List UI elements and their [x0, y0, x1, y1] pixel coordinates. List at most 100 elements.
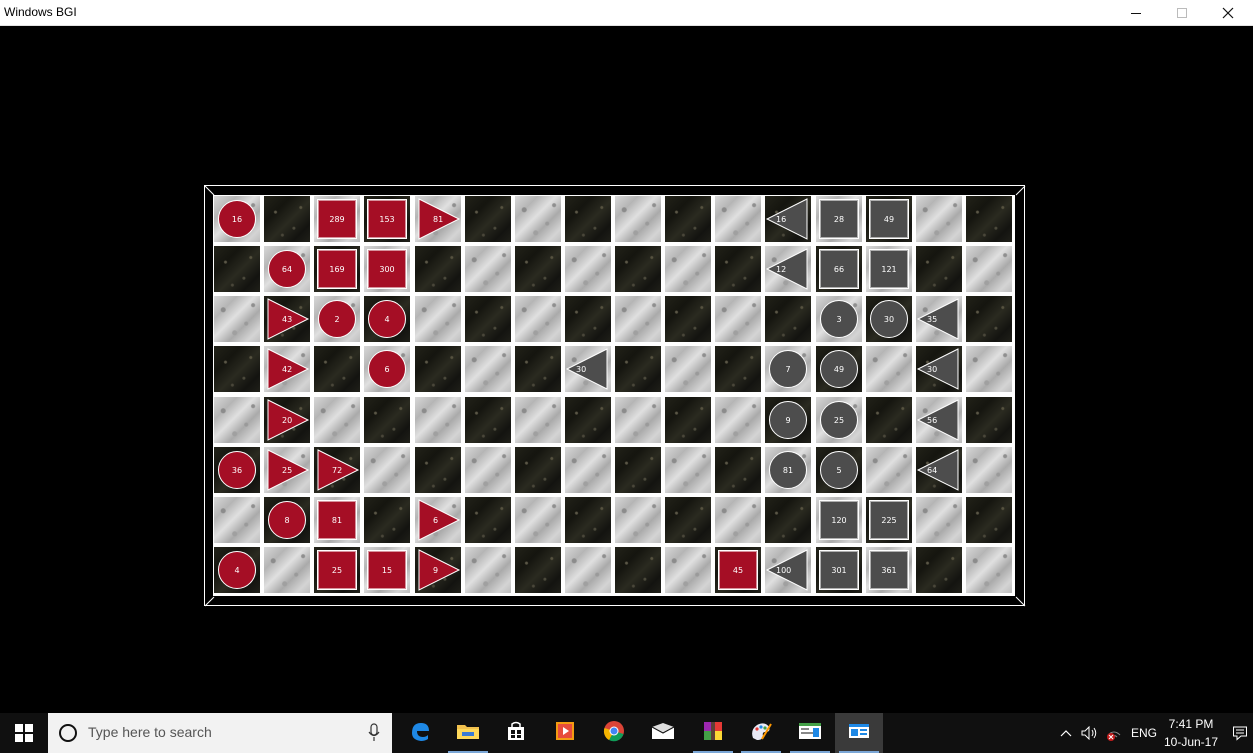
board-cell[interactable]: 42 — [263, 345, 311, 393]
board-cell[interactable]: 361 — [865, 546, 913, 594]
board-cell[interactable] — [414, 295, 462, 343]
board-cell[interactable] — [714, 245, 762, 293]
board-cell[interactable]: 6 — [363, 345, 411, 393]
board-cell[interactable] — [564, 446, 612, 494]
gray-square-piece[interactable]: 121 — [869, 249, 909, 289]
board-cell[interactable] — [514, 546, 562, 594]
taskbar-app-mail[interactable] — [639, 713, 687, 753]
board-cell[interactable] — [664, 496, 712, 544]
board-cell[interactable]: 8 — [263, 496, 311, 544]
gray-circle-piece[interactable]: 25 — [820, 401, 858, 439]
board-cell[interactable]: 64 — [263, 245, 311, 293]
board-cell[interactable] — [664, 446, 712, 494]
board-cell[interactable]: 15 — [363, 546, 411, 594]
board-cell[interactable]: 6 — [414, 496, 462, 544]
maximize-button[interactable] — [1159, 0, 1205, 26]
board-cell[interactable] — [965, 396, 1013, 444]
board-cell[interactable] — [714, 396, 762, 444]
board-cell[interactable] — [213, 396, 261, 444]
board-cell[interactable] — [213, 496, 261, 544]
board-cell[interactable] — [514, 446, 562, 494]
board-cell[interactable] — [414, 446, 462, 494]
board-cell[interactable]: 225 — [865, 496, 913, 544]
taskbar-clock[interactable]: 7:41 PM 10-Jun-17 — [1161, 715, 1221, 751]
board-cell[interactable]: 5 — [815, 446, 863, 494]
board-cell[interactable] — [614, 195, 662, 243]
board-cell[interactable] — [664, 396, 712, 444]
board-cell[interactable]: 4 — [213, 546, 261, 594]
board-cell[interactable] — [414, 396, 462, 444]
board-cell[interactable] — [564, 496, 612, 544]
board-cell[interactable] — [714, 345, 762, 393]
board-cell[interactable] — [464, 345, 512, 393]
board-cell[interactable] — [564, 546, 612, 594]
board-cell[interactable] — [464, 446, 512, 494]
board-cell[interactable] — [414, 345, 462, 393]
board-cell[interactable] — [614, 245, 662, 293]
gray-square-piece[interactable]: 361 — [869, 550, 909, 590]
board-cell[interactable]: 30 — [915, 345, 963, 393]
board-cell[interactable] — [764, 295, 812, 343]
board-cell[interactable] — [464, 396, 512, 444]
board-cell[interactable]: 16 — [764, 195, 812, 243]
board-cell[interactable] — [714, 496, 762, 544]
gray-square-piece[interactable]: 49 — [869, 199, 909, 239]
red-square-piece[interactable]: 45 — [718, 550, 758, 590]
red-square-piece[interactable]: 81 — [317, 500, 357, 540]
red-circle-piece[interactable]: 4 — [368, 300, 406, 338]
gray-square-piece[interactable]: 28 — [819, 199, 859, 239]
board-cell[interactable]: 81 — [414, 195, 462, 243]
gray-triangle-piece[interactable] — [916, 447, 962, 493]
board-cell[interactable] — [965, 446, 1013, 494]
gray-circle-piece[interactable]: 5 — [820, 451, 858, 489]
board-cell[interactable] — [564, 295, 612, 343]
board-cell[interactable]: 49 — [865, 195, 913, 243]
board-cell[interactable] — [514, 396, 562, 444]
board-cell[interactable]: 81 — [313, 496, 361, 544]
board-cell[interactable]: 64 — [915, 446, 963, 494]
gray-circle-piece[interactable]: 49 — [820, 350, 858, 388]
gray-square-piece[interactable]: 66 — [819, 249, 859, 289]
gray-triangle-piece[interactable] — [565, 346, 611, 392]
board-cell[interactable] — [664, 295, 712, 343]
board-cell[interactable]: 56 — [915, 396, 963, 444]
board-cell[interactable]: 4 — [363, 295, 411, 343]
board-cell[interactable]: 20 — [263, 396, 311, 444]
gray-square-piece[interactable]: 301 — [819, 550, 859, 590]
board-cell[interactable]: 72 — [313, 446, 361, 494]
gray-triangle-piece[interactable] — [916, 397, 962, 443]
board-cell[interactable] — [464, 496, 512, 544]
board-cell[interactable]: 2 — [313, 295, 361, 343]
taskbar-app-codeblocks[interactable] — [786, 713, 834, 753]
board-cell[interactable] — [614, 295, 662, 343]
board-cell[interactable] — [363, 446, 411, 494]
board-cell[interactable] — [915, 245, 963, 293]
gray-circle-piece[interactable]: 30 — [870, 300, 908, 338]
board-cell[interactable] — [865, 446, 913, 494]
board-cell[interactable] — [363, 496, 411, 544]
board-cell[interactable] — [464, 195, 512, 243]
taskbar-app-store[interactable] — [492, 713, 540, 753]
taskbar-app-bgi-window[interactable] — [835, 713, 883, 753]
volume-button[interactable] — [1079, 713, 1101, 753]
board-cell[interactable]: 25 — [313, 546, 361, 594]
gray-circle-piece[interactable]: 81 — [769, 451, 807, 489]
start-button[interactable] — [0, 713, 48, 753]
board-cell[interactable] — [664, 546, 712, 594]
board-cell[interactable] — [614, 546, 662, 594]
board-cell[interactable] — [464, 546, 512, 594]
red-circle-piece[interactable]: 8 — [268, 501, 306, 539]
board-cell[interactable] — [614, 396, 662, 444]
board-cell[interactable] — [614, 496, 662, 544]
red-square-piece[interactable]: 25 — [317, 550, 357, 590]
gray-square-piece[interactable]: 120 — [819, 500, 859, 540]
board-cell[interactable] — [213, 295, 261, 343]
taskbar-app-edge[interactable] — [396, 713, 444, 753]
minimize-button[interactable] — [1113, 0, 1159, 26]
board-cell[interactable]: 30 — [564, 345, 612, 393]
taskbar-app-media-player[interactable] — [541, 713, 589, 753]
gray-triangle-piece[interactable] — [765, 246, 811, 292]
board-cell[interactable]: 49 — [815, 345, 863, 393]
board-cell[interactable] — [965, 496, 1013, 544]
board-cell[interactable] — [213, 245, 261, 293]
